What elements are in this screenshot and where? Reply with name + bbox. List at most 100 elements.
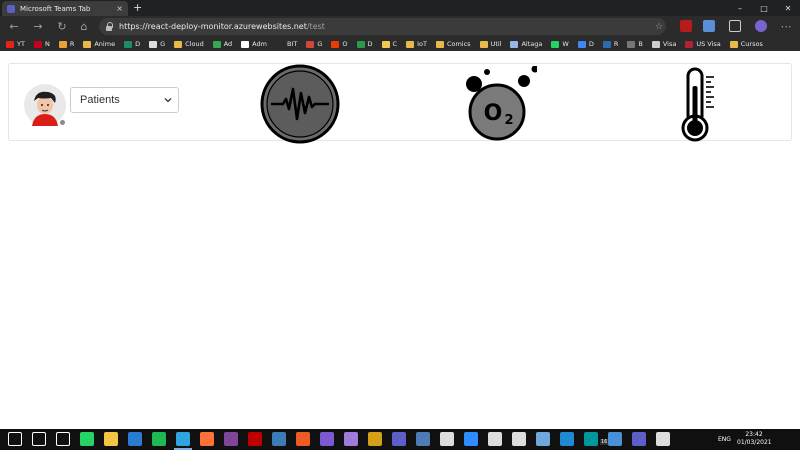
bookmark-item[interactable]: O (331, 40, 348, 48)
bookmark-label: Adm (252, 40, 267, 48)
extension-icon[interactable] (703, 20, 715, 32)
github-desktop-icon[interactable] (344, 432, 358, 446)
bookmark-item[interactable]: R (602, 40, 618, 48)
favorite-star-icon[interactable]: ☆ (651, 19, 667, 34)
bookmark-item[interactable]: Util (479, 40, 501, 48)
tab-close-icon[interactable]: × (116, 4, 123, 13)
calendar-icon[interactable] (608, 432, 622, 446)
minimize-button[interactable]: – (728, 0, 752, 16)
visa-icon (651, 40, 660, 48)
bookmark-item[interactable]: US Visa (685, 40, 721, 48)
bookmark-item[interactable]: N (33, 40, 50, 48)
refresh-button[interactable]: ↻ (54, 19, 70, 34)
bit-icon (275, 40, 284, 48)
bookmark-item[interactable]: Cursos (729, 40, 763, 48)
back-button[interactable]: ← (6, 19, 22, 34)
bookmark-item[interactable]: Altaga (510, 40, 542, 48)
system-clock[interactable]: 23:42 01/03/2021 (737, 431, 772, 447)
notification-badge: 16 (600, 439, 609, 445)
bookmark-label: N (44, 40, 50, 48)
postman-icon[interactable] (296, 432, 310, 446)
bookmark-item[interactable]: Anime (83, 40, 115, 48)
forward-button[interactable]: → (30, 19, 46, 34)
edge-icon[interactable] (176, 432, 190, 446)
bookmark-item[interactable]: D (577, 40, 594, 48)
oxygen-saturation-icon[interactable]: O 2 (457, 66, 537, 146)
oxygen-subscript: 2 (504, 113, 513, 128)
taskview-icon[interactable] (56, 432, 70, 446)
bookmark-label: D (135, 40, 141, 48)
explorer-icon[interactable] (104, 432, 118, 446)
vmware-icon[interactable] (272, 432, 286, 446)
clock-icon[interactable] (440, 432, 454, 446)
misc-icon[interactable] (656, 432, 670, 446)
gitkraken-icon[interactable] (320, 432, 334, 446)
bookmark-item[interactable]: Comics (435, 40, 471, 48)
browser-tab[interactable]: Microsoft Teams Tab × (2, 1, 128, 16)
home-button[interactable]: ⌂ (76, 19, 92, 34)
bookmark-item[interactable]: C (381, 40, 397, 48)
tool-icon[interactable] (416, 432, 430, 446)
bookmark-label: Cloud (185, 40, 204, 48)
tor-icon[interactable] (224, 432, 238, 446)
bookmark-item[interactable]: G (149, 40, 165, 48)
bookmark-item[interactable]: G (306, 40, 322, 48)
bookmark-item[interactable]: BIT (275, 40, 297, 48)
clock-date: 01/03/2021 (737, 439, 772, 446)
bookmark-item[interactable]: R (58, 40, 75, 48)
fr-icon (602, 40, 611, 48)
close-window-button[interactable]: ✕ (776, 0, 800, 16)
terminal-icon[interactable] (488, 432, 502, 446)
chevron-down-icon (164, 98, 172, 103)
network-icon[interactable] (536, 432, 550, 446)
maximize-button[interactable]: □ (752, 0, 776, 16)
bookmark-label: Altaga (521, 40, 543, 48)
zoom-icon[interactable] (464, 432, 478, 446)
url-path: /test (306, 22, 325, 31)
patient-select[interactable]: Patients (70, 87, 179, 113)
adblock-icon[interactable] (680, 20, 692, 32)
collections-icon[interactable] (729, 20, 741, 32)
folder-icon (435, 40, 444, 48)
start-icon[interactable] (8, 432, 22, 446)
search-icon[interactable] (32, 432, 46, 446)
bookmarks-bar: YT N R Anime D G Cloud Ad Adm BIT G O D C IoT Comics Uti… (0, 37, 800, 51)
arduino-icon[interactable] (584, 432, 598, 446)
heart-rate-icon[interactable] (259, 63, 341, 145)
bookmark-item[interactable]: Ad (212, 40, 232, 48)
new-tab-button[interactable]: + (133, 1, 142, 14)
bookmark-item[interactable]: YT (6, 40, 25, 48)
windows-taskbar: ENG 23:42 01/03/2021 16 (0, 429, 800, 450)
teams-icon[interactable] (392, 432, 406, 446)
spotify-icon[interactable] (152, 432, 166, 446)
vscode-icon[interactable] (560, 432, 574, 446)
whatsapp-icon[interactable] (80, 432, 94, 446)
address-bar[interactable]: https://react-deploy-monitor.azurewebsit… (99, 18, 666, 35)
bookmark-item[interactable]: Cloud (174, 40, 204, 48)
bookmark-item[interactable]: D (356, 40, 373, 48)
bookmark-item[interactable]: IoT (406, 40, 427, 48)
profile-icon[interactable] (755, 20, 767, 32)
more-menu-icon[interactable]: ⋯ (778, 19, 794, 34)
bookmark-item[interactable]: W (551, 40, 569, 48)
thermometer-icon[interactable] (677, 66, 719, 142)
bookmark-item[interactable]: Visa (651, 40, 676, 48)
c-icon (381, 40, 390, 48)
bookmark-item[interactable]: B (627, 40, 643, 48)
bookmark-item[interactable]: D (124, 40, 140, 48)
teams2-icon[interactable] (632, 432, 646, 446)
firefox-icon[interactable] (200, 432, 214, 446)
language-indicator[interactable]: ENG (718, 436, 731, 443)
filezilla-icon[interactable] (248, 432, 262, 446)
bookmark-label: Cursos (740, 40, 763, 48)
bookmark-label: D (588, 40, 594, 48)
bookmark-label: R (69, 40, 75, 48)
bookmark-label: Comics (446, 40, 471, 48)
star-icon (58, 40, 67, 48)
teams-favicon-icon (7, 4, 15, 13)
bookmark-item[interactable]: Adm (241, 40, 267, 48)
unity-icon[interactable] (512, 432, 526, 446)
google-icon (241, 40, 250, 48)
puzzle-icon[interactable] (368, 432, 382, 446)
mail-icon[interactable] (128, 432, 142, 446)
